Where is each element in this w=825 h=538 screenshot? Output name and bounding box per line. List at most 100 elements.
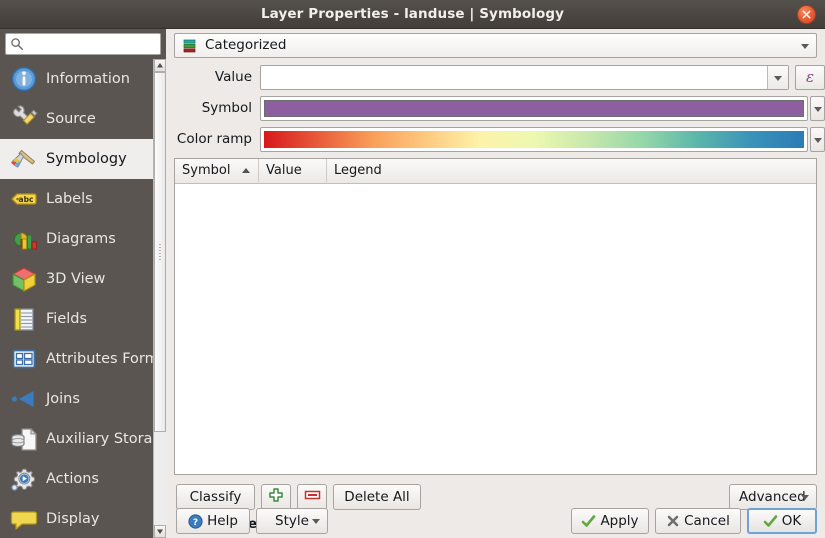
sidebar-item-label: Diagrams [46, 231, 116, 247]
sidebar-nav: Information Source [0, 59, 166, 538]
auxiliary-storage-icon [9, 424, 39, 454]
svg-text:abc: abc [19, 195, 34, 204]
sidebar-item-auxiliary-storage[interactable]: Auxiliary Storage [0, 419, 166, 459]
chevron-down-icon [774, 76, 782, 81]
ok-button[interactable]: OK [747, 508, 817, 534]
style-button-label: Style [275, 513, 309, 529]
scrollbar-grip [159, 244, 161, 260]
chevron-down-icon [801, 495, 809, 500]
sidebar-item-fields[interactable]: Fields [0, 299, 166, 339]
categories-table[interactable]: Symbol Value Legend [174, 158, 817, 475]
symbol-color-swatch [264, 100, 804, 117]
column-header-legend[interactable]: Legend [327, 159, 816, 182]
sidebar-item-3d-view[interactable]: 3D View [0, 259, 166, 299]
sidebar-item-label: Actions [46, 471, 99, 487]
renderer-type-row: Categorized [174, 33, 817, 58]
remove-minus-icon [304, 489, 321, 505]
color-ramp-label: Color ramp [174, 127, 252, 152]
fields-table-icon [9, 304, 39, 334]
cancel-button[interactable]: Cancel [655, 508, 741, 534]
expression-epsilon-icon[interactable]: ε [795, 65, 825, 90]
search-input[interactable] [28, 34, 160, 56]
sidebar-item-label: Symbology [46, 151, 127, 167]
sidebar-item-label: Labels [46, 191, 93, 207]
sidebar-item-label: Auxiliary Storage [46, 431, 166, 447]
sidebar-item-label: Attributes Form [46, 351, 159, 367]
chevron-down-icon [814, 138, 822, 143]
color-ramp-button[interactable] [260, 127, 808, 152]
check-icon [763, 514, 778, 529]
column-header-label: Legend [334, 163, 382, 178]
actions-gear-icon [9, 464, 39, 494]
svg-text:?: ? [193, 518, 198, 528]
sidebar-item-source[interactable]: Source [0, 99, 166, 139]
chevron-down-icon [312, 519, 320, 524]
table-body[interactable] [175, 184, 816, 475]
scroll-up-arrow-icon[interactable] [154, 59, 166, 72]
symbol-label: Symbol [174, 96, 252, 121]
symbol-dropdown-button[interactable] [810, 96, 825, 121]
help-button-label: Help [207, 513, 238, 529]
layer-properties-dialog: Layer Properties - landuse | Symbology [0, 0, 825, 538]
sidebar-item-label: Information [46, 71, 130, 87]
column-header-label: Symbol [182, 163, 230, 178]
sidebar-item-actions[interactable]: Actions [0, 459, 166, 499]
sidebar-scrollbar[interactable] [153, 59, 166, 538]
value-dropdown-button[interactable] [767, 66, 788, 89]
sidebar: Information Source [0, 29, 166, 538]
title-bar: Layer Properties - landuse | Symbology [0, 0, 825, 29]
sidebar-item-label: Source [46, 111, 96, 127]
add-plus-icon [268, 487, 284, 507]
sidebar-search [0, 29, 166, 59]
symbol-row: Symbol [174, 96, 817, 121]
value-label: Value [174, 65, 252, 90]
scroll-down-arrow-icon[interactable] [154, 525, 166, 538]
3d-view-cube-icon [9, 264, 39, 294]
sidebar-item-label: Joins [46, 391, 80, 407]
delete-all-button-label: Delete All [344, 489, 409, 505]
symbology-brush-icon [9, 144, 39, 174]
renderer-type-label: Categorized [205, 34, 286, 57]
source-wrench-icon [9, 104, 39, 134]
categorized-icon [182, 38, 198, 58]
color-ramp-dropdown-button[interactable] [810, 127, 825, 152]
chevron-down-icon [814, 107, 822, 112]
sidebar-item-display[interactable]: Display [0, 499, 166, 538]
column-header-symbol[interactable]: Symbol [175, 159, 259, 182]
renderer-type-combo[interactable]: Categorized [174, 33, 817, 58]
classify-button-label: Classify [190, 489, 242, 505]
table-header-row: Symbol Value Legend [175, 159, 816, 184]
sidebar-item-joins[interactable]: Joins [0, 379, 166, 419]
advanced-button-label: Advanced [739, 489, 806, 505]
sidebar-item-symbology[interactable]: Symbology [0, 139, 166, 179]
sidebar-item-label: Display [46, 511, 99, 527]
value-field[interactable] [260, 65, 789, 90]
help-button[interactable]: ? Help [176, 508, 250, 534]
ok-button-label: OK [782, 513, 801, 529]
attributes-form-icon [9, 344, 39, 374]
sidebar-item-labels[interactable]: abc Labels [0, 179, 166, 219]
value-row: Value ε [174, 65, 817, 90]
sidebar-item-information[interactable]: Information [0, 59, 166, 99]
window-title: Layer Properties - landuse | Symbology [0, 0, 825, 28]
apply-button-label: Apply [600, 513, 638, 529]
joins-icon [9, 384, 39, 414]
display-speech-icon [9, 504, 39, 534]
sidebar-item-attributes-form[interactable]: Attributes Form [0, 339, 166, 379]
scrollbar-thumb[interactable] [154, 72, 166, 432]
check-icon [581, 514, 596, 529]
information-icon [9, 64, 39, 94]
apply-button[interactable]: Apply [571, 508, 649, 534]
main-panel: Categorized Value ε Symbol Color ramp [166, 29, 825, 538]
symbol-swatch-button[interactable] [260, 96, 808, 121]
color-ramp-row: Color ramp [174, 127, 817, 152]
search-box[interactable] [5, 33, 161, 55]
sort-ascending-icon [242, 168, 250, 173]
column-header-value[interactable]: Value [259, 159, 327, 182]
help-question-icon: ? [188, 514, 203, 529]
style-button[interactable]: Style [256, 508, 328, 534]
close-icon[interactable] [797, 5, 816, 24]
sidebar-item-diagrams[interactable]: Diagrams [0, 219, 166, 259]
column-header-label: Value [266, 163, 302, 178]
sidebar-item-label: 3D View [46, 271, 105, 287]
